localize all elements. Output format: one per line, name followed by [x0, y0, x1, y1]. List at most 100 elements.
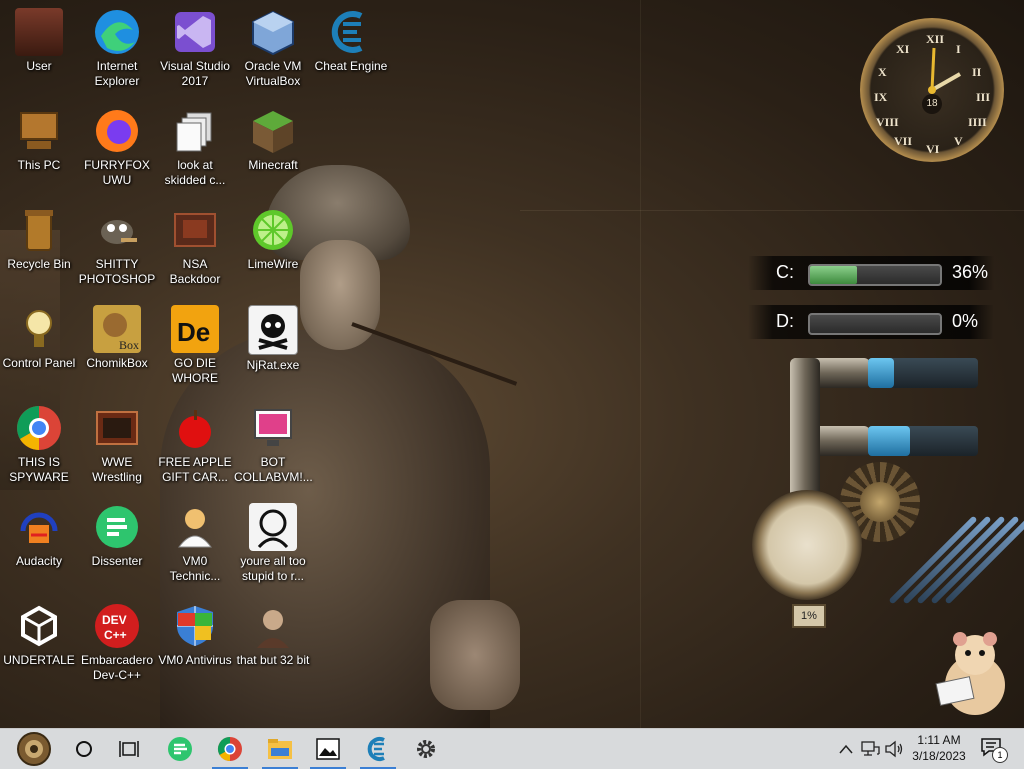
unity-icon	[15, 602, 63, 650]
desktop-icon-label: Dissenter	[91, 554, 143, 568]
folder-icon	[171, 206, 219, 254]
minecraft-icon	[249, 107, 297, 155]
desktop-icon-apple-gift[interactable]: FREE APPLE GIFT CAR...	[156, 404, 234, 485]
desktop-icon-label: FURRYFOX UWU	[84, 158, 150, 187]
hamster-gadget[interactable]	[930, 625, 1015, 720]
desktop-icon-virtualbox[interactable]: Oracle VM VirtualBox	[234, 8, 312, 89]
taskbar-chrome[interactable]	[206, 729, 254, 769]
svg-text:De: De	[177, 317, 210, 347]
computer-icon	[15, 107, 63, 155]
desktop-icon-label: This PC	[17, 158, 61, 172]
desktop-icon-limewire[interactable]: LimeWire	[234, 206, 312, 272]
desktop-icon-visual-studio[interactable]: Visual Studio 2017	[156, 8, 234, 89]
cpu-rods	[840, 515, 1024, 620]
desktop-icon-vm0-antivirus[interactable]: VM0 Antivirus	[156, 602, 234, 668]
pipe-vertical	[790, 358, 820, 498]
desktop-icon-chomikbox[interactable]: Box ChomikBox	[78, 305, 156, 371]
desktop-icon-recycle-bin[interactable]: Recycle Bin	[0, 206, 78, 272]
desktop-icon-label: Embarcadero Dev-C++	[80, 653, 154, 682]
cpu-core-tube	[868, 358, 978, 388]
portrait-icon	[249, 503, 297, 551]
chrome-icon	[217, 737, 242, 761]
desktop-icon-firefox[interactable]: FURRYFOX UWU	[78, 107, 156, 188]
desktop-icon-njrat[interactable]: NjRat.exe	[234, 305, 312, 373]
desktop-icon-32bit[interactable]: that but 32 bit	[234, 602, 312, 668]
desktop-icon-cheat-engine[interactable]: Cheat Engine	[312, 8, 390, 74]
desktop-icon-label: VM0 Antivirus	[158, 653, 232, 667]
desktop-icon-skidded[interactable]: look at skidded c...	[156, 107, 234, 188]
desktop-icon-nsa-backdoor[interactable]: NSA Backdoor	[156, 206, 234, 287]
gear-icon	[417, 740, 435, 758]
apple-icon	[171, 404, 219, 452]
network-icon[interactable]	[860, 739, 880, 759]
portrait-icon	[249, 602, 297, 650]
cpu-core-level	[868, 426, 910, 456]
taskbar: 1:11 AM 3/18/2023 1	[0, 728, 1024, 769]
drive-meter-c[interactable]: C: 36%	[748, 256, 994, 290]
drive-usage-bar	[808, 264, 942, 286]
technician-icon	[171, 503, 219, 551]
drive-meter-d[interactable]: D: 0%	[748, 305, 994, 339]
drive-percent: 0%	[952, 311, 979, 331]
desktop-icon-vm0-technician[interactable]: VM0 Technic...	[156, 503, 234, 584]
gimp-icon	[93, 206, 141, 254]
desktop-icon-label: VM0 Technic...	[169, 554, 221, 583]
volume-icon[interactable]	[884, 739, 904, 759]
wallpaper-figure-face	[300, 240, 380, 350]
cpu-core-level	[868, 358, 895, 388]
cpu-meter-gadget[interactable]: 1%	[752, 352, 1024, 652]
desktop-icon-label: LimeWire	[247, 257, 299, 271]
taskbar-dissenter[interactable]	[156, 729, 204, 769]
tray-overflow-chevron-up-icon[interactable]	[836, 739, 856, 759]
desktop-icon-label: SHITTY PHOTOSHOP	[78, 257, 156, 286]
desktop-icon-bot-collabvm[interactable]: BOT COLLABVM!...	[234, 404, 313, 485]
limewire-icon	[249, 206, 297, 254]
taskbar-cortana-search[interactable]	[60, 729, 108, 769]
chrome-icon	[15, 404, 63, 452]
desktop-icon-internet-explorer[interactable]: Internet Explorer	[78, 8, 156, 89]
desktop-icon-audacity[interactable]: Audacity	[0, 503, 78, 569]
wallpaper-line	[520, 210, 1024, 211]
desktop-icon-gimp[interactable]: SHITTY PHOTOSHOP	[78, 206, 156, 287]
visual-studio-icon	[171, 8, 219, 56]
clock-gadget[interactable]: XII I II III IIII V VI VII VIII IX X XI …	[852, 10, 1012, 170]
desktop-icon-label: Visual Studio 2017	[160, 59, 230, 88]
recycle-bin-icon	[15, 206, 63, 254]
desktop-icon-label: User	[26, 59, 52, 73]
cpu-gauge	[752, 490, 862, 600]
desktop-icon-chrome[interactable]: THIS IS SPYWARE	[0, 404, 78, 485]
taskbar-file-explorer[interactable]	[256, 729, 304, 769]
folder-icon	[268, 739, 292, 759]
desktop-icon-undertale[interactable]: UNDERTALE	[0, 602, 78, 668]
taskbar-photos[interactable]	[304, 729, 352, 769]
desktop-icon-label: NjRat.exe	[246, 358, 300, 372]
drive-usage-fill	[810, 266, 857, 284]
desktop-icon-label: Audacity	[15, 554, 63, 568]
desktop-icon-wwe[interactable]: WWE Wrestling	[78, 404, 156, 485]
desktop-icon-devcpp[interactable]: DEV C++ Embarcadero Dev-C++	[78, 602, 156, 683]
drive-letter: D:	[776, 311, 794, 331]
desktop-icon-user[interactable]: User	[0, 8, 78, 74]
action-center-button[interactable]: 1	[980, 737, 1008, 763]
taskbar-settings[interactable]	[402, 729, 450, 769]
clock-hands	[928, 47, 961, 94]
desktop-icon-stupid[interactable]: youre all too stupid to r...	[234, 503, 312, 584]
desktop-icon-control-panel[interactable]: Control Panel	[0, 305, 78, 371]
shield-icon	[171, 602, 219, 650]
devcpp-icon: DEV C++	[93, 602, 141, 650]
desktop-icon-label: BOT COLLABVM!...	[234, 455, 313, 484]
desktop-icon-go-die[interactable]: De GO DIE WHORE	[156, 305, 234, 386]
desktop-icon-this-pc[interactable]: This PC	[0, 107, 78, 173]
start-button[interactable]	[6, 729, 62, 769]
taskbar-clock[interactable]: 1:11 AM 3/18/2023	[904, 732, 974, 764]
desktop-icon-label: youre all too stupid to r...	[240, 554, 306, 583]
circle-icon	[76, 741, 92, 757]
desktop-icon-minecraft[interactable]: Minecraft	[234, 107, 312, 173]
taskbar-cheat-engine[interactable]	[354, 729, 402, 769]
desktop-icon-dissenter[interactable]: Dissenter	[78, 503, 156, 569]
svg-text:DEV: DEV	[102, 613, 127, 627]
de-icon: De	[171, 305, 219, 353]
svg-text:Box: Box	[119, 338, 139, 352]
cheat-engine-icon	[327, 8, 375, 56]
taskbar-task-view[interactable]	[106, 729, 154, 769]
